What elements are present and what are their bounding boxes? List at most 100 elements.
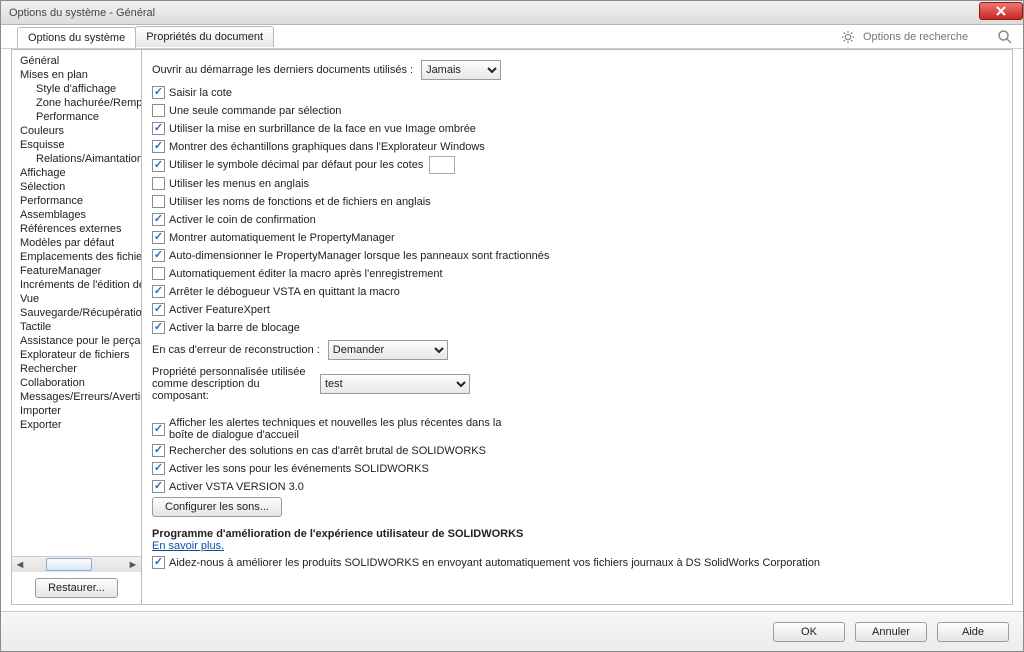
tree-item-collaboration[interactable]: Collaboration [14,376,141,390]
chk2-row-2: Activer les sons pour les événements SOL… [152,460,1002,477]
custom-prop-select[interactable]: test [320,374,470,394]
tree-item-drawings[interactable]: Mises en plan [14,68,141,82]
configure-sounds-button[interactable]: Configurer les sons... [152,497,282,517]
rebuild-error-label: En cas d'erreur de reconstruction : [152,344,320,356]
chk-improvement[interactable] [152,556,165,569]
chk-show-alerts[interactable] [152,423,165,436]
chk-row-11: Arrêter le débogueur VSTA en quittant la… [152,283,1002,300]
chk-single-command-label: Une seule commande par sélection [169,105,341,117]
chk-decimal-symbol-label: Utiliser le symbole décimal par défaut p… [169,159,423,171]
tree-item-hatch[interactable]: Zone hachurée/Remplir [14,96,141,110]
search-icon[interactable] [997,29,1013,45]
chk2-row-1: Rechercher des solutions en cas d'arrêt … [152,442,1002,459]
open-recent-row: Ouvrir au démarrage les derniers documen… [152,60,1002,80]
chk-enter-dim-label: Saisir la cote [169,87,232,99]
chk-confirm-corner[interactable] [152,213,165,226]
chk-featurexpert[interactable] [152,303,165,316]
ok-button[interactable]: OK [773,622,845,642]
chk-auto-size-pm[interactable] [152,249,165,262]
chk-thumbnails-label: Montrer des échantillons graphiques dans… [169,141,485,153]
chk-highlight-shaded[interactable] [152,122,165,135]
rebuild-error-row: En cas d'erreur de reconstruction : Dema… [152,340,1002,360]
chk-row-1: Une seule commande par sélection [152,102,1002,119]
tree-item-import[interactable]: Importer [14,404,141,418]
chk-row-3: Montrer des échantillons graphiques dans… [152,138,1002,155]
search-area [841,29,1013,45]
chk-vsta3[interactable] [152,480,165,493]
chk-enter-dim[interactable] [152,86,165,99]
chk-row-6: Utiliser les noms de fonctions et de fic… [152,193,1002,210]
tree-item-export[interactable]: Exporter [14,418,141,432]
restore-button[interactable]: Restaurer... [35,578,118,598]
tree-item-search[interactable]: Rechercher [14,362,141,376]
tree-item-external-refs[interactable]: Références externes [14,222,141,236]
tree-item-file-explorer[interactable]: Explorateur de fichiers [14,348,141,362]
tree-item-relations[interactable]: Relations/Aimantation [14,152,141,166]
chk-improvement-label: Aidez-nous à améliorer les produits SOLI… [169,557,820,569]
chk-edit-macro-label: Automatiquement éditer la macro après l'… [169,268,443,280]
cancel-button[interactable]: Annuler [855,622,927,642]
chk-single-command[interactable] [152,104,165,117]
settings-content: Ouvrir au démarrage les derniers documen… [142,50,1012,604]
tab-system-options[interactable]: Options du système [17,27,136,48]
configure-sounds-row: Configurer les sons... [152,497,1002,517]
window-controls [979,2,1023,24]
dialog-footer: OK Annuler Aide [1,611,1023,651]
tree-item-colors[interactable]: Couleurs [14,124,141,138]
chk-row-12: Activer FeatureXpert [152,301,1002,318]
chk-row-13: Activer la barre de blocage [152,319,1002,336]
open-recent-select[interactable]: Jamais [421,60,501,80]
chk-auto-pm[interactable] [152,231,165,244]
scrollbar-thumb[interactable] [46,558,92,571]
close-button[interactable] [979,2,1023,20]
chk-row-4: Utiliser le symbole décimal par défaut p… [152,156,1002,174]
tree-item-sketch[interactable]: Esquisse [14,138,141,152]
chk-decimal-symbol[interactable] [152,159,165,172]
chk-freeze-bar[interactable] [152,321,165,334]
rebuild-error-select[interactable]: Demander [328,340,448,360]
chk-freeze-bar-label: Activer la barre de blocage [169,322,300,334]
tree-item-performance[interactable]: Performance [14,194,141,208]
tab-document-properties[interactable]: Propriétés du document [135,26,274,47]
tree-item-file-locations[interactable]: Emplacements des fichiers [14,250,141,264]
chk-confirm-corner-label: Activer le coin de confirmation [169,214,316,226]
learn-more-link[interactable]: En savoir plus. [152,540,224,552]
tree-item-general[interactable]: Général [14,54,141,68]
tree-item-feature-manager[interactable]: FeatureManager [14,264,141,278]
tree-item-backup[interactable]: Sauvegarde/Récupération [14,306,141,320]
tree-item-increments[interactable]: Incréments de l'édition de c [14,278,141,292]
gear-icon [841,30,855,44]
tree-item-default-templates[interactable]: Modèles par défaut [14,236,141,250]
tree-item-touch[interactable]: Tactile [14,320,141,334]
tree-item-assemblies[interactable]: Assemblages [14,208,141,222]
search-input[interactable] [861,30,991,44]
decimal-symbol-input[interactable] [429,156,455,174]
chk-english-menus[interactable] [152,177,165,190]
chk-edit-macro[interactable] [152,267,165,280]
category-tree[interactable]: Général Mises en plan Style d'affichage … [12,50,141,556]
chk-stop-vsta[interactable] [152,285,165,298]
chk-thumbnails[interactable] [152,140,165,153]
close-icon [995,6,1007,16]
tree-item-messages[interactable]: Messages/Erreurs/Avertissem [14,390,141,404]
tree-item-display-style[interactable]: Style d'affichage [14,82,141,96]
chk-crash-solutions-label: Rechercher des solutions en cas d'arrêt … [169,445,486,457]
chk-vsta3-label: Activer VSTA VERSION 3.0 [169,481,304,493]
help-button[interactable]: Aide [937,622,1009,642]
tree-item-hole-wizard[interactable]: Assistance pour le perçage/ [14,334,141,348]
chk-show-alerts-label: Afficher les alertes techniques et nouve… [169,417,509,441]
tree-item-drawings-performance[interactable]: Performance [14,110,141,124]
topbar: Options du système Propriétés du documen… [1,25,1023,49]
chk-enable-sounds[interactable] [152,462,165,475]
tree-item-view[interactable]: Vue [14,292,141,306]
titlebar: Options du système - Général [1,1,1023,25]
scroll-right-icon[interactable]: ► [125,557,141,573]
tree-item-display[interactable]: Affichage [14,166,141,180]
tree-item-selection[interactable]: Sélection [14,180,141,194]
options-dialog: Options du système - Général Options du … [0,0,1024,652]
chk-english-names[interactable] [152,195,165,208]
chk-crash-solutions[interactable] [152,444,165,457]
chk-row-9: Auto-dimensionner le PropertyManager lor… [152,247,1002,264]
scroll-left-icon[interactable]: ◄ [12,557,28,573]
sidebar-h-scrollbar[interactable]: ◄ ► [12,556,141,572]
